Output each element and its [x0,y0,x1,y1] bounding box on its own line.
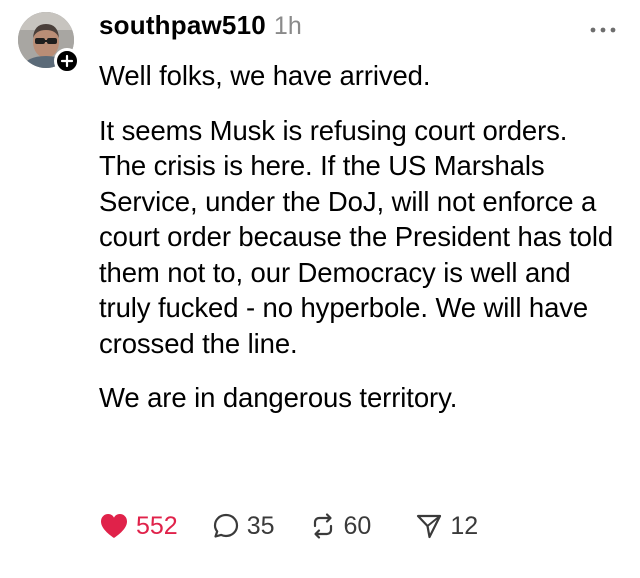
post-paragraph: It seems Musk is refusing court orders. … [99,114,614,359]
avatar-container[interactable] [18,12,80,74]
username-link[interactable]: southpaw510 [99,10,266,41]
post-header: southpaw510 1h [99,10,302,48]
more-options-button[interactable] [588,22,618,33]
post-paragraph: We are in dangerous territory. [99,382,458,413]
plus-icon [60,54,74,68]
repost-button[interactable]: 60 [309,506,372,546]
send-icon [417,514,442,539]
like-button[interactable]: 552 [99,506,178,546]
like-count: 552 [136,511,178,540]
repost-count: 60 [343,511,372,540]
repost-arrows-icon [313,513,332,539]
share-button[interactable]: 12 [415,506,478,546]
thread-post: southpaw510 1h Well folks, we have arriv… [0,0,640,578]
post-body: Well folks, we have arrived. It seems Mu… [99,58,619,416]
ellipsis-icon [590,27,616,33]
share-count: 12 [450,511,479,540]
reply-count: 35 [246,511,275,540]
speech-bubble-icon [213,513,238,538]
reply-button[interactable]: 35 [212,506,275,546]
post-paragraph: Well folks, we have arrived. [99,60,431,91]
post-timestamp[interactable]: 1h [274,12,302,41]
post-actions: 552 35 60 12 [99,506,478,546]
follow-button[interactable] [54,48,80,74]
heart-icon [101,514,127,538]
